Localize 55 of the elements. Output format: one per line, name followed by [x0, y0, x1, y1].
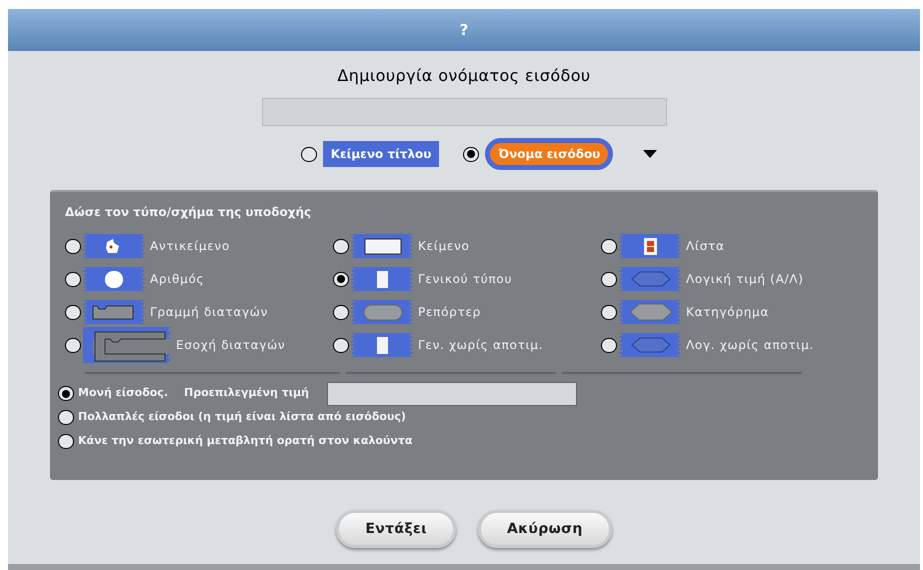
slot-shape-icon — [619, 300, 681, 324]
title-text-block: Κείμενο τίτλου — [322, 141, 440, 167]
slot-shape-icon — [83, 234, 145, 258]
radio-button[interactable] — [463, 146, 480, 162]
slot-type-label: Λογ. χωρίς αποτιμ. — [686, 337, 814, 354]
radio-button[interactable] — [333, 238, 349, 254]
radio-button[interactable] — [333, 272, 349, 286]
slot-shape-icon — [351, 234, 413, 258]
slot-type-label: Αριθμός — [150, 271, 204, 288]
slot-type-label: Λογική τιμή (Α/Λ) — [686, 271, 804, 288]
default-value-label: Προεπιλεγμένη τιμή — [184, 385, 309, 402]
input-mode-label: Κάνε την εσωτερική μεταβλητή ορατή στον καλούντα — [78, 433, 412, 450]
slot-type-label: Εσοχή διαταγών — [176, 337, 286, 354]
ok-button[interactable]: Εντάξει — [336, 510, 456, 548]
radio-button[interactable] — [601, 304, 617, 320]
dropdown-arrow-icon[interactable] — [643, 150, 658, 158]
slot-shape-icon — [351, 300, 413, 324]
slot-type-label: Αντικείμενο — [150, 238, 230, 255]
radio-button[interactable] — [300, 146, 317, 162]
slot-type-label: Ρεπόρτερ — [418, 304, 481, 321]
cancel-button[interactable]: Ακύρωση — [478, 510, 612, 548]
radio-button[interactable] — [58, 386, 74, 401]
radio-button[interactable] — [65, 272, 81, 286]
radio-button[interactable] — [601, 338, 617, 352]
slot-shape-icon — [619, 333, 681, 357]
radio-button[interactable] — [58, 434, 74, 449]
slot-type-label: Γενικού τύπου — [418, 271, 512, 288]
slot-shape-icon — [351, 333, 413, 357]
slot-shape-icon — [83, 267, 145, 291]
window-title: ? — [460, 20, 468, 41]
slot-shape-icon — [351, 267, 413, 291]
input-name-block: Όνομα εισόδου — [485, 138, 614, 170]
slot-shape-icon — [83, 300, 145, 324]
panel-title: Δώσε τον τύπο/σχήμα της υποδοχής — [65, 204, 312, 221]
radio-button[interactable] — [601, 272, 617, 286]
radio-button[interactable] — [601, 238, 617, 254]
slot-type-label: Κατηγόρημα — [686, 304, 770, 321]
default-value-field[interactable] — [326, 382, 577, 406]
slot-shape-icon — [619, 267, 681, 291]
slot-type-label: Γεν. χωρίς αποτιμ. — [418, 337, 544, 354]
radio-button[interactable] — [333, 338, 349, 352]
radio-button[interactable] — [65, 238, 81, 254]
slot-type-label: Κείμενο — [418, 238, 470, 255]
slot-shape-icon — [83, 327, 171, 363]
slot-type-label: Λίστα — [686, 238, 725, 255]
radio-button[interactable] — [65, 338, 81, 352]
input-mode-label: Πολλαπλές είσοδοι (η τιμή είναι λίστα από εισόδους) — [78, 409, 406, 426]
slot-shape-icon — [619, 234, 681, 258]
radio-button[interactable] — [58, 410, 74, 425]
input-mode-label: Μονή είσοδος. — [78, 385, 168, 402]
dialog-heading: Δημιουργία ονόματος εισόδου — [337, 65, 591, 87]
radio-button[interactable] — [333, 304, 349, 320]
input-name-field[interactable] — [262, 98, 666, 126]
radio-button[interactable] — [65, 304, 81, 320]
slot-type-label: Γραμμή διαταγών — [150, 304, 268, 321]
